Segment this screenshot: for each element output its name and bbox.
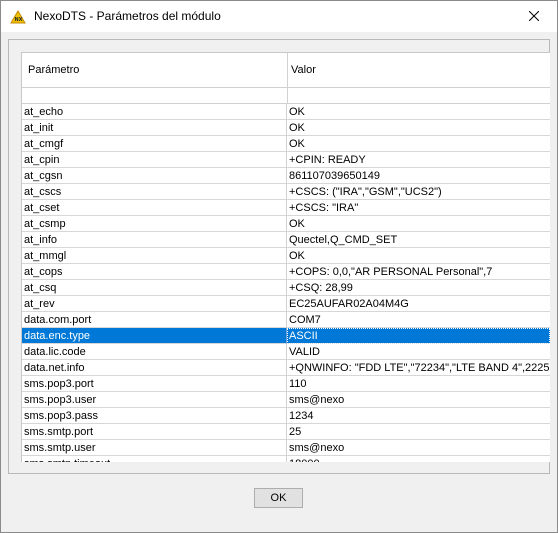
parameter-cell[interactable]: at_cpin [22, 152, 287, 168]
value-cell[interactable]: 110 [287, 376, 550, 392]
grid-body: at_echo OK at_init OK at_cmgf OK at_cpin +CPIN:… [22, 104, 550, 462]
table-row[interactable]: at_cscs +CSCS: ("IRA","GSM","UCS2") [22, 184, 550, 200]
parameter-cell[interactable]: sms.smtp.port [22, 424, 287, 440]
window-title: NexoDTS - Parámetros del módulo [34, 9, 221, 23]
table-row[interactable]: at_cset +CSCS: "IRA" [22, 200, 550, 216]
ok-button[interactable]: OK [254, 488, 303, 508]
parameter-cell[interactable]: data.net.info [22, 360, 287, 376]
table-row[interactable]: data.lic.code VALID [22, 344, 550, 360]
value-cell[interactable]: +QNWINFO: "FDD LTE","72234","LTE BAND 4"… [287, 360, 550, 376]
table-row[interactable]: at_init OK [22, 120, 550, 136]
value-cell[interactable]: EC25AUFAR02A04M4G [287, 296, 550, 312]
value-cell[interactable]: VALID [287, 344, 550, 360]
table-row[interactable]: sms.smtp.timeout18000 [22, 456, 550, 462]
value-cell[interactable]: ASCII [287, 328, 550, 344]
parameter-cell[interactable]: at_echo [22, 104, 287, 120]
value-cell[interactable]: +CSQ: 28,99 [287, 280, 550, 296]
parameter-cell[interactable]: data.enc.type [22, 328, 287, 344]
parameter-cell[interactable]: at_cset [22, 200, 287, 216]
value-cell[interactable]: OK [287, 216, 550, 232]
svg-text:NX: NX [14, 17, 22, 23]
table-row[interactable]: at_mmgl OK [22, 248, 550, 264]
parameter-cell[interactable]: at_cgsn [22, 168, 287, 184]
value-cell[interactable]: 1234 [287, 408, 550, 424]
close-icon [529, 11, 539, 21]
parameter-cell[interactable]: at_csq [22, 280, 287, 296]
value-cell[interactable]: OK [287, 248, 550, 264]
value-cell[interactable]: COM7 [287, 312, 550, 328]
parameter-cell[interactable]: sms.pop3.user [22, 392, 287, 408]
value-cell[interactable]: +CSCS: "IRA" [287, 200, 550, 216]
table-row[interactable]: at_csmp OK [22, 216, 550, 232]
table-row[interactable]: at_rev EC25AUFAR02A04M4G [22, 296, 550, 312]
table-row[interactable]: at_cpin +CPIN: READY [22, 152, 550, 168]
column-divider[interactable] [287, 53, 288, 87]
table-row[interactable]: at_cops +COPS: 0,0,"AR PERSONAL Personal"… [22, 264, 550, 280]
parameter-cell[interactable]: data.lic.code [22, 344, 287, 360]
parameter-cell[interactable]: at_cops [22, 264, 287, 280]
value-cell[interactable]: +CSCS: ("IRA","GSM","UCS2") [287, 184, 550, 200]
table-row[interactable]: data.enc.type ASCII [22, 328, 550, 344]
nexo-app-icon: NX [10, 10, 27, 24]
table-row[interactable]: sms.pop3.port 110 [22, 376, 550, 392]
parameter-cell[interactable]: sms.pop3.port [22, 376, 287, 392]
value-cell[interactable]: +COPS: 0,0,"AR PERSONAL Personal",7 [287, 264, 550, 280]
table-row[interactable]: data.com.port COM7 [22, 312, 550, 328]
parameter-cell[interactable]: at_rev [22, 296, 287, 312]
value-cell[interactable]: OK [287, 120, 550, 136]
table-row[interactable]: at_cmgf OK [22, 136, 550, 152]
value-cell[interactable]: Quectel,Q_CMD_SET [287, 232, 550, 248]
value-cell[interactable]: +CPIN: READY [287, 152, 550, 168]
parameter-cell[interactable]: at_init [22, 120, 287, 136]
parameter-cell[interactable]: data.com.port [22, 312, 287, 328]
parameter-cell[interactable]: at_cscs [22, 184, 287, 200]
title-bar: NX NexoDTS - Parámetros del módulo [1, 1, 557, 32]
value-cell[interactable]: OK [287, 136, 550, 152]
empty-row [22, 88, 550, 104]
parameter-cell[interactable]: sms.pop3.pass [22, 408, 287, 424]
parameter-cell[interactable]: at_cmgf [22, 136, 287, 152]
parameters-panel: Parámetro Valor at_echo OK at_init OK at_cmg… [8, 39, 550, 474]
parameters-grid[interactable]: Parámetro Valor at_echo OK at_init OK at_cmg… [21, 52, 550, 462]
parameter-cell[interactable]: sms.smtp.timeout [22, 456, 287, 462]
table-row[interactable]: at_info Quectel,Q_CMD_SET [22, 232, 550, 248]
table-row[interactable]: sms.smtp.port 25 [22, 424, 550, 440]
table-row[interactable]: at_cgsn 861107039650149 [22, 168, 550, 184]
grid-header: Parámetro Valor [22, 53, 550, 88]
value-cell[interactable]: 25 [287, 424, 550, 440]
table-row[interactable]: at_echo OK [22, 104, 550, 120]
parameters-dialog: NX NexoDTS - Parámetros del módulo Parám… [0, 0, 558, 533]
table-row[interactable]: at_csq +CSQ: 28,99 [22, 280, 550, 296]
parameter-cell[interactable]: sms.smtp.user [22, 440, 287, 456]
column-divider [287, 88, 288, 103]
value-cell[interactable]: OK [287, 104, 550, 120]
value-cell[interactable]: sms@nexo [287, 440, 550, 456]
table-row[interactable]: sms.smtp.user sms@nexo [22, 440, 550, 456]
value-cell[interactable]: 861107039650149 [287, 168, 550, 184]
parameter-cell[interactable]: at_csmp [22, 216, 287, 232]
parameter-cell[interactable]: at_mmgl [22, 248, 287, 264]
table-row[interactable]: sms.pop3.pass 1234 [22, 408, 550, 424]
column-header-value[interactable]: Valor [291, 53, 316, 87]
column-header-parameter[interactable]: Parámetro [28, 53, 79, 87]
table-row[interactable]: sms.pop3.user sms@nexo [22, 392, 550, 408]
parameter-cell[interactable]: at_info [22, 232, 287, 248]
table-row[interactable]: data.net.info +QNWINFO: "FDD LTE","72234"… [22, 360, 550, 376]
value-cell[interactable]: 18000 [287, 456, 550, 462]
value-cell[interactable]: sms@nexo [287, 392, 550, 408]
close-button[interactable] [511, 1, 557, 31]
